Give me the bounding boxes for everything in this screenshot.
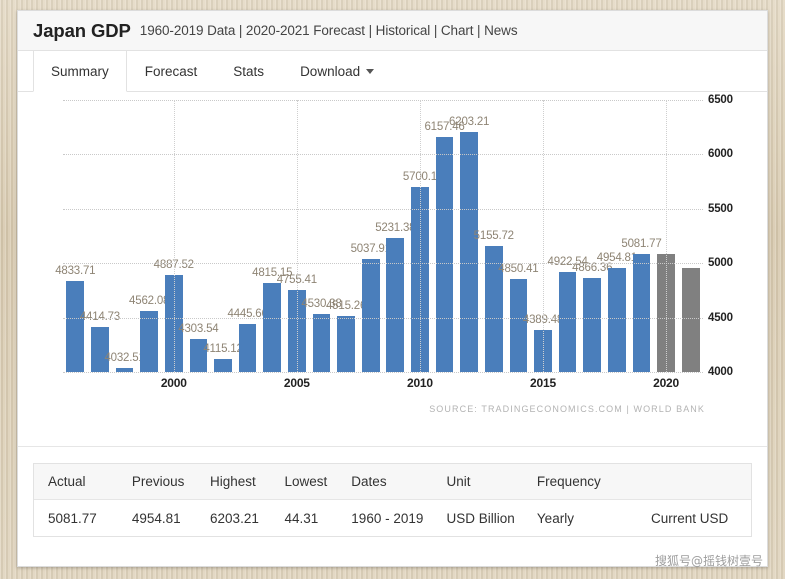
chart-bar-label: 4032.51 <box>104 352 145 365</box>
x-axis-tick: 2000 <box>160 376 187 390</box>
stats-value-cell: 5081.77 <box>48 510 97 526</box>
stats-header-cell: Actual <box>48 474 86 489</box>
tab-summary[interactable]: Summary <box>33 51 127 92</box>
chart-bar[interactable] <box>66 281 85 372</box>
chart-bar-label: 5081.77 <box>621 238 662 251</box>
stats-value-cell: Current USD <box>650 510 729 526</box>
y-axis-tick: 6500 <box>708 94 733 106</box>
stats-header-cell: Dates <box>351 474 387 489</box>
stats-header-cell: Lowest <box>284 474 328 489</box>
chart-gridline <box>63 154 703 156</box>
chart-bar[interactable] <box>361 259 380 372</box>
tab-forecast[interactable]: Forecast <box>127 51 216 91</box>
watermark: 搜狐号@摇钱树壹号 <box>654 554 763 568</box>
tab-label: Download <box>300 63 361 79</box>
page-header: Japan GDP 1960-2019 Data | 2020-2021 For… <box>18 11 767 51</box>
stats-value-cell: 44.31 <box>284 510 319 526</box>
chart-bar-label: 5231.38 <box>375 222 416 235</box>
stats-value-cell: 1960 - 2019 <box>351 510 424 526</box>
chart-gridline <box>63 100 703 101</box>
page-subtitle: 1960-2019 Data | 2020-2021 Forecast | Hi… <box>139 23 518 38</box>
chart-gridline <box>63 317 703 319</box>
chart-gridline <box>63 263 703 265</box>
chart-vertical-gridline <box>543 100 544 372</box>
chart-vertical-gridline <box>173 100 175 372</box>
chart-bar-label: 4562.08 <box>129 294 170 307</box>
y-axis-tick: 5500 <box>708 202 733 215</box>
tab-bar: Summary Forecast Stats Download <box>18 51 767 92</box>
tab-stats[interactable]: Stats <box>215 51 282 91</box>
chart-bar-label: 5155.72 <box>473 230 514 243</box>
chart-bar[interactable] <box>558 271 577 372</box>
y-axis-tick: 4000 <box>708 366 733 378</box>
chart-bar[interactable] <box>140 310 158 372</box>
stats-value-cell: 4954.81 <box>131 510 181 526</box>
stats-header-cell: Highest <box>210 474 256 489</box>
stats-table: Actual Previous Highest Lowest Dates Unit Freq… <box>33 463 752 537</box>
x-axis-tick: 2010 <box>406 376 433 390</box>
chart-container: 4833.71 4414.73 4032.51 4562.08 4887.52 4303.… <box>18 92 767 447</box>
page-title: Japan GDP <box>33 19 131 41</box>
chart-bar[interactable] <box>607 268 626 372</box>
chart-bar[interactable] <box>460 132 478 372</box>
chart-bar-label: 4850.41 <box>498 263 539 276</box>
tab-download[interactable]: Download <box>282 51 392 91</box>
stats-value-cell: USD Billion <box>446 510 515 526</box>
stats-header-cell: Unit <box>446 474 471 489</box>
chart-x-axis: 2000 2005 2010 2015 2020 <box>63 376 703 396</box>
tab-label: Summary <box>51 63 109 79</box>
stats-value-cell: 6203.21 <box>210 510 259 526</box>
chart-plot-area: 4833.71 4414.73 4032.51 4562.08 4887.52 4303.… <box>55 100 703 373</box>
chart-bar-label: 4515.26 <box>325 299 367 312</box>
stats-header-cell: Frequency <box>536 474 601 489</box>
stats-header-cell: Previous <box>131 474 185 489</box>
tab-label: Forecast <box>144 63 198 79</box>
chart-baseline <box>63 372 703 373</box>
chart-bar-label: 4303.54 <box>178 322 219 335</box>
chart-y-axis: 4000 4500 5000 5500 6000 6500 <box>708 94 767 378</box>
content-card: Japan GDP 1960-2019 Data | 2020-2021 For… <box>17 10 768 567</box>
chart-vertical-gridline <box>666 100 668 372</box>
chart-bar[interactable] <box>632 254 651 372</box>
chart-bar[interactable] <box>263 283 282 372</box>
chart-vertical-gridline <box>419 100 421 372</box>
chart-bar-label: 5037.91 <box>350 243 391 256</box>
chart-bar[interactable] <box>509 279 528 372</box>
x-axis-tick: 2020 <box>653 376 680 390</box>
chevron-down-icon <box>366 68 375 74</box>
chart-source-note: SOURCE: TRADINGECONOMICS.COM | WORLD BAN… <box>429 404 705 414</box>
chart-bar[interactable] <box>214 359 232 372</box>
chart-bar[interactable] <box>583 277 602 372</box>
chart-vertical-gridline <box>296 100 298 372</box>
chart-bar[interactable] <box>91 326 109 372</box>
chart-bar-label: 4833.71 <box>55 265 96 278</box>
chart-bar-label: 6203.21 <box>449 116 490 129</box>
chart-gridline <box>63 208 703 210</box>
y-axis-tick: 4500 <box>708 311 733 324</box>
chart-bar-label: 4115.12 <box>203 343 243 356</box>
x-axis-tick: 2015 <box>530 376 556 390</box>
tab-label: Stats <box>233 63 265 79</box>
y-axis-tick: 5000 <box>708 257 733 270</box>
chart-bar[interactable] <box>386 238 405 372</box>
y-axis-tick: 6000 <box>708 148 733 161</box>
stats-header-row: Actual Previous Highest Lowest Dates Unit Freq… <box>34 464 751 500</box>
chart-bar[interactable] <box>312 314 331 372</box>
chart-bar[interactable] <box>238 323 257 372</box>
x-axis-tick: 2005 <box>283 376 310 390</box>
chart-bars: 4833.71 4414.73 4032.51 4562.08 4887.52 4303.… <box>55 100 703 372</box>
stats-value-cell: Yearly <box>536 510 574 526</box>
chart-bar[interactable] <box>435 137 454 372</box>
chart-bar[interactable] <box>681 268 700 372</box>
stats-value-row: 5081.77 4954.81 6203.21 44.31 1960 - 2019 USD… <box>34 500 751 536</box>
chart-bar[interactable] <box>337 315 355 372</box>
